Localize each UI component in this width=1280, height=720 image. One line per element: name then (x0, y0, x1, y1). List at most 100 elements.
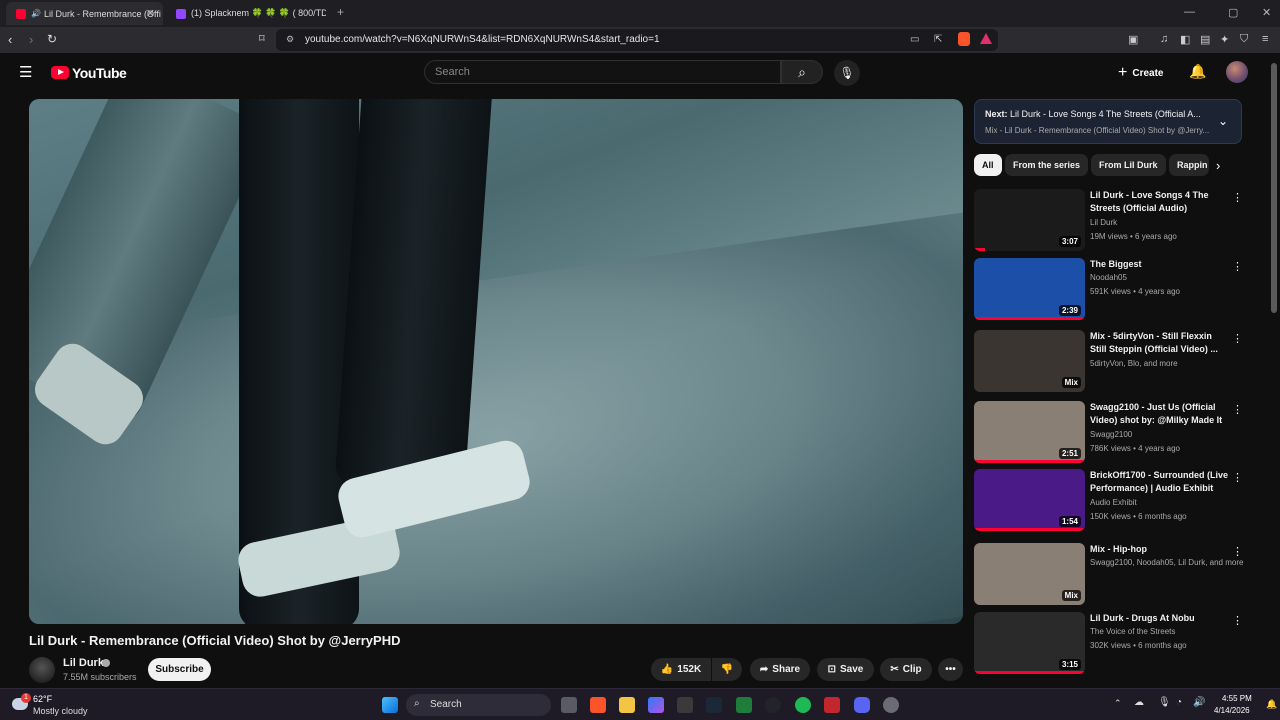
up-next-card[interactable]: Next: Lil Durk - Love Songs 4 The Street… (974, 99, 1242, 144)
recommendation-item[interactable]: 3:15 Lil Durk - Drugs At Nobu The Voice of… (974, 612, 1254, 676)
volume-icon[interactable]: 🔊 (1193, 697, 1205, 708)
close-tab-icon[interactable]: ✕ (146, 7, 155, 20)
weather-condition[interactable]: Mostly cloudy (33, 706, 88, 716)
recommendation-channel[interactable]: Swagg2100, Noodah05, Lil Durk, and more (1090, 558, 1243, 567)
chip-from-lil-durk[interactable]: From Lil Durk (1091, 154, 1166, 176)
youtube-logo-text[interactable]: YouTube (72, 65, 127, 81)
dislike-button[interactable]: 👎 (712, 658, 742, 681)
file-explorer-icon[interactable] (619, 697, 635, 713)
channel-name[interactable]: Lil Durk (63, 657, 104, 669)
tab-youtube-video[interactable]: 🔊 Lil Durk - Remembrance (Offi ✕ (6, 2, 163, 25)
chip-rapping[interactable]: Rappin (1169, 154, 1209, 176)
video-thumbnail[interactable]: 1:54 (974, 469, 1085, 531)
spotify-icon[interactable] (795, 697, 811, 713)
new-tab-button[interactable]: + (337, 5, 344, 19)
weather-temperature[interactable]: 62°F (33, 694, 52, 704)
video-thumbnail[interactable]: 2:51 (974, 401, 1085, 463)
recommendation-channel[interactable]: Audio Exhibit (1090, 498, 1137, 507)
like-button[interactable]: 👍 152K (651, 658, 711, 681)
scrollbar-thumb[interactable] (1271, 63, 1277, 313)
recommendation-channel[interactable]: Swagg2100 (1090, 430, 1132, 439)
task-view-icon[interactable] (561, 697, 577, 713)
recommendation-title[interactable]: Swagg2100 - Just Us (Official Video) sho… (1090, 401, 1230, 427)
address-bar[interactable]: ⚙ youtube.com/watch?v=N6XqNURWnS4&list=R… (276, 29, 998, 51)
more-vertical-icon[interactable]: ⋮ (1232, 403, 1243, 416)
more-vertical-icon[interactable]: ⋮ (1232, 260, 1243, 273)
reading-icon[interactable]: ◧ (1180, 33, 1190, 46)
microphone-tray-icon[interactable]: 🎙 (1158, 697, 1171, 708)
video-thumbnail[interactable]: 3:15 (974, 612, 1085, 674)
create-button[interactable]: + Create (1118, 63, 1163, 83)
channel-avatar[interactable] (29, 657, 55, 683)
xbox-app-icon[interactable] (736, 697, 752, 713)
search-button[interactable]: ⌕ (781, 60, 823, 84)
brave-rewards-icon[interactable] (980, 33, 992, 44)
discord-icon[interactable] (854, 697, 870, 713)
more-vertical-icon[interactable]: ⋮ (1232, 191, 1243, 204)
back-arrow-icon[interactable]: ‹ (8, 32, 12, 47)
video-thumbnail[interactable]: 2:39 (974, 258, 1085, 320)
vpn-icon[interactable]: ⛉ (1240, 33, 1248, 46)
chevron-right-icon[interactable]: › (1216, 158, 1220, 173)
recommendation-channel[interactable]: Noodah05 (1090, 273, 1127, 282)
recommendation-title[interactable]: Lil Durk - Love Songs 4 The Streets (Off… (1090, 189, 1230, 215)
tab-twitch[interactable]: (1) Splacknem 🍀 🍀 🍀 ( 800/TDG/S (166, 2, 326, 25)
bookmark-icon[interactable]: ⌑ (259, 32, 265, 45)
more-vertical-icon[interactable]: ⋮ (1232, 614, 1243, 627)
close-window-icon[interactable]: ✕ (1262, 6, 1271, 19)
more-vertical-icon[interactable]: ⋮ (1232, 545, 1243, 558)
minimize-icon[interactable]: — (1184, 6, 1195, 18)
recommendation-item[interactable]: 1:54 BrickOff1700 - Surrounded (Live Perf… (974, 469, 1254, 533)
save-button[interactable]: ⊡ Save (817, 658, 874, 681)
settings-gear-icon[interactable] (883, 697, 899, 713)
recommendation-title[interactable]: Mix - Hip-hop (1090, 543, 1230, 556)
voice-search-button[interactable]: 🎙 (834, 60, 860, 86)
brave-shields-icon[interactable] (958, 32, 970, 46)
recommendation-item[interactable]: Mix Mix - 5dirtyVon - Still Flexxin Still… (974, 330, 1254, 394)
hamburger-menu-icon[interactable]: ☰ (19, 63, 32, 81)
share-button[interactable]: ➦ Share (750, 658, 810, 681)
recommendation-title[interactable]: The Biggest (1090, 258, 1230, 271)
video-thumbnail[interactable]: 3:07 (974, 189, 1085, 251)
leo-ai-icon[interactable]: ✦ (1220, 33, 1229, 46)
github-desktop-icon[interactable] (765, 697, 781, 713)
more-vertical-icon[interactable]: ⋮ (1232, 332, 1243, 345)
forward-arrow-icon[interactable]: › (29, 32, 33, 47)
menu-icon[interactable]: ≡ (1262, 33, 1268, 45)
clip-button[interactable]: ✂ Clip (880, 658, 932, 681)
notification-bell-icon[interactable]: 🔔 (1266, 699, 1277, 710)
search-input[interactable]: Search (424, 60, 781, 84)
page-scrollbar[interactable] (1268, 53, 1280, 688)
subscribe-button[interactable]: Subscribe (148, 658, 211, 681)
onedrive-icon[interactable]: ☁ (1134, 697, 1144, 708)
recommendation-item[interactable]: 3:07 Lil Durk - Love Songs 4 The Streets … (974, 189, 1254, 253)
recommendation-channel[interactable]: The Voice of the Streets (1090, 627, 1175, 636)
chevron-up-icon[interactable]: ⌃ (1114, 698, 1122, 709)
recommendation-title[interactable]: BrickOff1700 - Surrounded (Live Performa… (1090, 469, 1230, 495)
cast-icon[interactable]: ▭ (910, 34, 919, 45)
maximize-icon[interactable]: ▢ (1228, 6, 1238, 19)
chevron-down-icon[interactable]: ⌄ (1218, 114, 1228, 128)
share-page-icon[interactable]: ⇱ (934, 34, 942, 45)
recommendation-title[interactable]: Lil Durk - Drugs At Nobu (1090, 612, 1230, 625)
sidebar-panel-icon[interactable]: ▣ (1128, 33, 1138, 46)
notifications-bell-icon[interactable]: 🔔 (1189, 63, 1206, 80)
more-actions-button[interactable]: ••• (938, 658, 963, 681)
reload-icon[interactable]: ↻ (47, 32, 57, 46)
recommendation-title[interactable]: Mix - 5dirtyVon - Still Flexxin Still St… (1090, 330, 1230, 356)
taskbar-date[interactable]: 4/14/2026 (1214, 706, 1250, 715)
recommendation-item[interactable]: Mix Mix - Hip-hop Swagg2100, Noodah05, Lil… (974, 543, 1254, 607)
adobe-acrobat-icon[interactable] (824, 697, 840, 713)
more-vertical-icon[interactable]: ⋮ (1232, 471, 1243, 484)
taskbar-search[interactable]: ⌕ Search (406, 694, 551, 716)
recommendation-item[interactable]: 2:39 The Biggest Noodah05 591K views • 4 ye… (974, 258, 1254, 322)
steam-icon[interactable] (706, 697, 722, 713)
copilot-icon[interactable] (648, 697, 664, 713)
chip-from-the-series[interactable]: From the series (1005, 154, 1089, 176)
site-info-icon[interactable]: ⚙ (286, 34, 294, 45)
brave-browser-icon[interactable] (590, 697, 606, 713)
wifi-icon[interactable]: ◔ (1176, 697, 1182, 708)
video-player[interactable] (29, 99, 963, 624)
media-icon[interactable]: ♫ (1160, 33, 1168, 45)
taskbar-time[interactable]: 4:55 PM (1222, 694, 1252, 703)
